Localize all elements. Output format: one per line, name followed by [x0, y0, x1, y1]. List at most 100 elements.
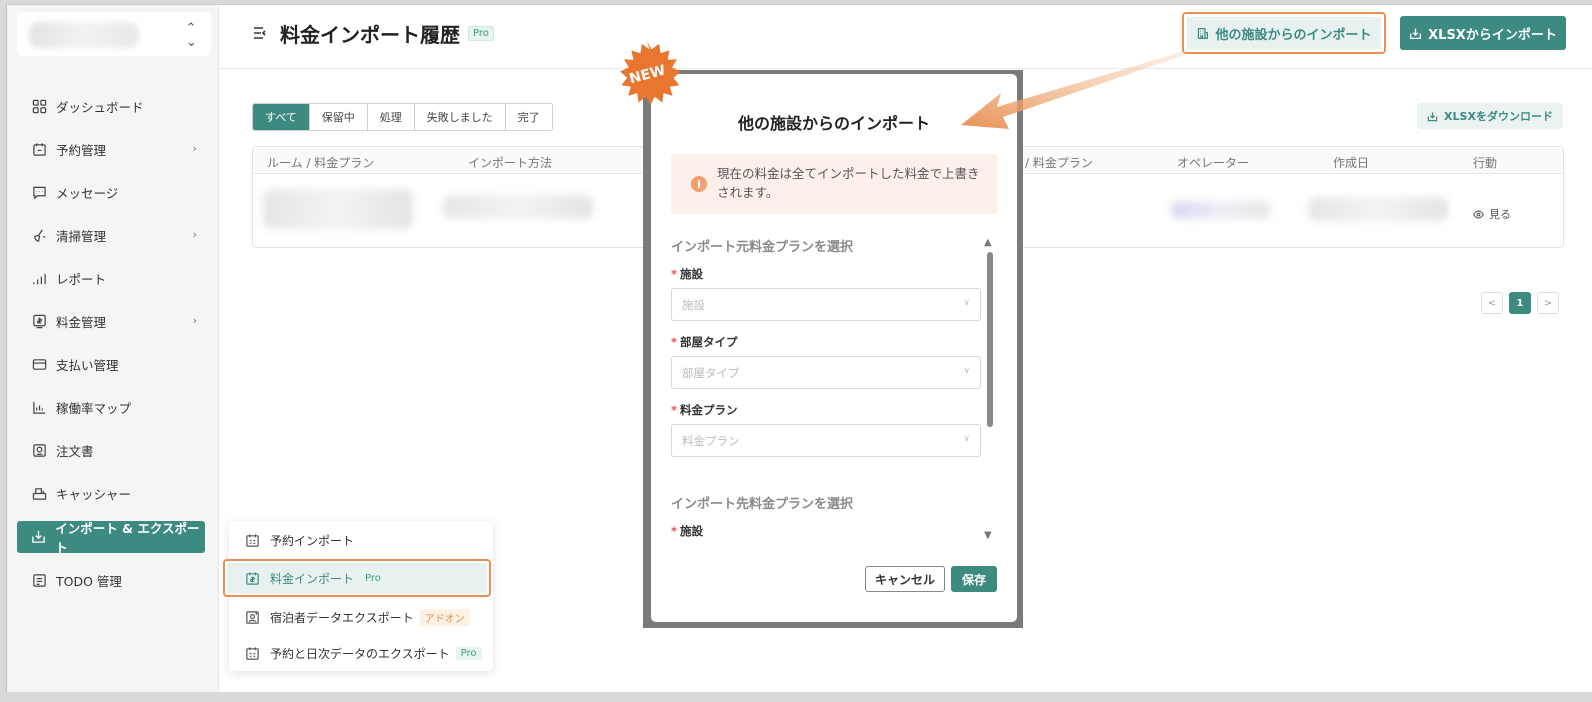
view-link[interactable]: 見る: [1473, 206, 1511, 222]
select-placeholder: 部屋タイプ: [682, 365, 740, 380]
source-room-type-select[interactable]: 部屋タイプ ∨: [671, 356, 981, 389]
reservation-export-icon: [245, 646, 260, 661]
price-icon: [31, 313, 47, 329]
sidebar-item-label: メッセージ: [56, 185, 119, 201]
guest-export-icon: [245, 610, 260, 625]
select-placeholder: 料金プラン: [682, 433, 740, 448]
chevron-down-icon: ∨: [963, 366, 970, 376]
view-label: 見る: [1489, 208, 1511, 221]
blurred-cell: [263, 189, 413, 229]
menu-item-reservation-daily-export[interactable]: 予約と日次データのエクスポート Pro: [229, 636, 493, 670]
chevron-right-icon: ›: [192, 142, 197, 156]
column-header: 作成日: [1333, 156, 1370, 170]
import-from-xlsx-button[interactable]: XLSXからインポート: [1400, 16, 1566, 50]
column-header: / 料金プラン: [1025, 156, 1093, 170]
source-rate-plan-select[interactable]: 料金プラン ∨: [671, 424, 981, 457]
column-header: オペレーター: [1177, 156, 1250, 170]
sidebar-item-label: キャッシャー: [56, 487, 132, 503]
order-icon: [31, 443, 47, 459]
sidebar-item-reservations[interactable]: 予約管理 ›: [17, 133, 205, 165]
page-button[interactable]: 1: [1509, 292, 1531, 314]
sidebar-item-label: TODO 管理: [56, 573, 122, 589]
import-export-submenu: 予約インポート 料金インポート Pro 宿泊者データエクスポート アドオン 予約…: [223, 521, 493, 671]
filter-all[interactable]: すべて: [253, 104, 309, 130]
column-header: 行動: [1473, 156, 1498, 170]
sidebar-item-label: インポート & エクスポート: [55, 520, 200, 555]
next-page-button[interactable]: >: [1537, 292, 1559, 314]
field-label-property: * 施設: [671, 267, 704, 281]
download-xlsx-button[interactable]: XLSXをダウンロード: [1417, 103, 1563, 129]
sidebar-item-label: レポート: [56, 271, 107, 287]
building-icon: [1196, 27, 1209, 40]
filter-completed[interactable]: 完了: [504, 104, 552, 130]
sidebar-item-import-export[interactable]: インポート & エクスポート: [17, 520, 205, 555]
scrollbar-thumb[interactable]: [987, 252, 993, 427]
pagination: < 1 >: [1481, 292, 1559, 314]
sidebar-item-label: 稼働率マップ: [56, 401, 132, 417]
sidebar-item-pricing[interactable]: 料金管理 ›: [17, 305, 205, 337]
blurred-cell: [443, 195, 593, 219]
chevron-right-icon: ›: [192, 228, 197, 242]
menu-item-label: 予約インポート: [270, 533, 355, 548]
scroll-up-arrow-icon[interactable]: ▲: [984, 237, 992, 248]
filter-pending[interactable]: 保留中: [308, 104, 367, 130]
sidebar-item-label: ダッシュボード: [56, 99, 144, 115]
chevron-down-icon: ∨: [963, 298, 970, 308]
blurred-cell: [1171, 201, 1271, 219]
chevron-updown-icon[interactable]: ⌃ ⌃: [175, 16, 207, 52]
menu-item-label: 宿泊者データエクスポート: [270, 610, 414, 625]
filter-failed[interactable]: 失敗しました: [413, 104, 505, 130]
menu-item-guest-data-export[interactable]: 宿泊者データエクスポート アドオン: [229, 600, 493, 634]
pro-badge: Pro: [455, 646, 482, 660]
chart-icon: [31, 270, 47, 286]
filter-processing[interactable]: 処理: [366, 104, 414, 130]
property-name-blurred: [29, 22, 139, 48]
cashier-icon: [31, 486, 47, 502]
source-property-select[interactable]: 施設 ∨: [671, 288, 981, 321]
sidebar-item-occupancy[interactable]: 稼働率マップ: [17, 392, 205, 424]
button-label: XLSXからインポート: [1428, 27, 1557, 43]
sidebar-item-dashboard[interactable]: ダッシュボード: [17, 90, 205, 122]
new-badge: NEW: [620, 41, 681, 105]
scroll-down-arrow-icon[interactable]: ▼: [984, 530, 992, 541]
sidebar-item-cashier[interactable]: キャッシャー: [17, 478, 205, 510]
import-from-other-property-button[interactable]: 他の施設からのインポート: [1182, 12, 1386, 54]
sidebar-item-messages[interactable]: メッセージ: [17, 176, 205, 208]
occupancy-icon: [31, 400, 47, 416]
sidebar-item-label: 支払い管理: [56, 358, 119, 374]
sidebar-item-todo[interactable]: TODO 管理: [17, 564, 205, 596]
callout-arrow: [961, 51, 1185, 129]
menu-item-reservation-import[interactable]: 予約インポート: [229, 523, 493, 557]
column-header: ルーム / 料金プラン: [267, 156, 375, 170]
save-button[interactable]: 保存: [951, 566, 997, 592]
pro-badge: Pro: [360, 571, 386, 585]
menu-item-label: 料金インポート: [270, 571, 355, 586]
pro-badge: Pro: [468, 26, 494, 41]
sidebar-item-label: 注文書: [56, 444, 94, 460]
todo-icon: [31, 572, 47, 588]
sidebar-item-payments[interactable]: 支払い管理: [17, 349, 205, 381]
field-label-room-type: * 部屋タイプ: [671, 335, 738, 349]
message-icon: [31, 184, 47, 200]
sidebar-item-orders[interactable]: 注文書: [17, 435, 205, 467]
rate-import-icon: [245, 571, 260, 586]
callout-arrow-shape: [961, 51, 1185, 129]
download-icon: [1427, 111, 1438, 122]
prev-page-button[interactable]: <: [1481, 292, 1503, 314]
import-icon: [1409, 27, 1422, 40]
sidebar-item-reports[interactable]: レポート: [17, 262, 205, 294]
cancel-button[interactable]: キャンセル: [865, 566, 945, 592]
menu-item-label: 予約と日次データのエクスポート: [270, 646, 450, 661]
sidebar-item-label: 料金管理: [56, 314, 107, 330]
menu-item-rate-import[interactable]: 料金インポート Pro: [223, 559, 491, 597]
chevron-right-icon: ›: [192, 314, 197, 328]
import-export-icon: [31, 529, 46, 545]
sidebar-item-cleaning[interactable]: 清掃管理 ›: [17, 219, 205, 251]
button-label: 他の施設からのインポート: [1215, 27, 1372, 43]
addon-badge: アドオン: [419, 608, 470, 626]
eye-icon: [1473, 209, 1484, 220]
import-from-other-property-modal: 他の施設からのインポート i 現在の料金は全てインポートした料金で上書きされます…: [651, 74, 1017, 622]
warning-alert: i 現在の料金は全てインポートした料金で上書きされます。: [671, 154, 997, 214]
property-selector[interactable]: ⌃ ⌃: [17, 12, 211, 56]
select-placeholder: 施設: [682, 297, 705, 312]
